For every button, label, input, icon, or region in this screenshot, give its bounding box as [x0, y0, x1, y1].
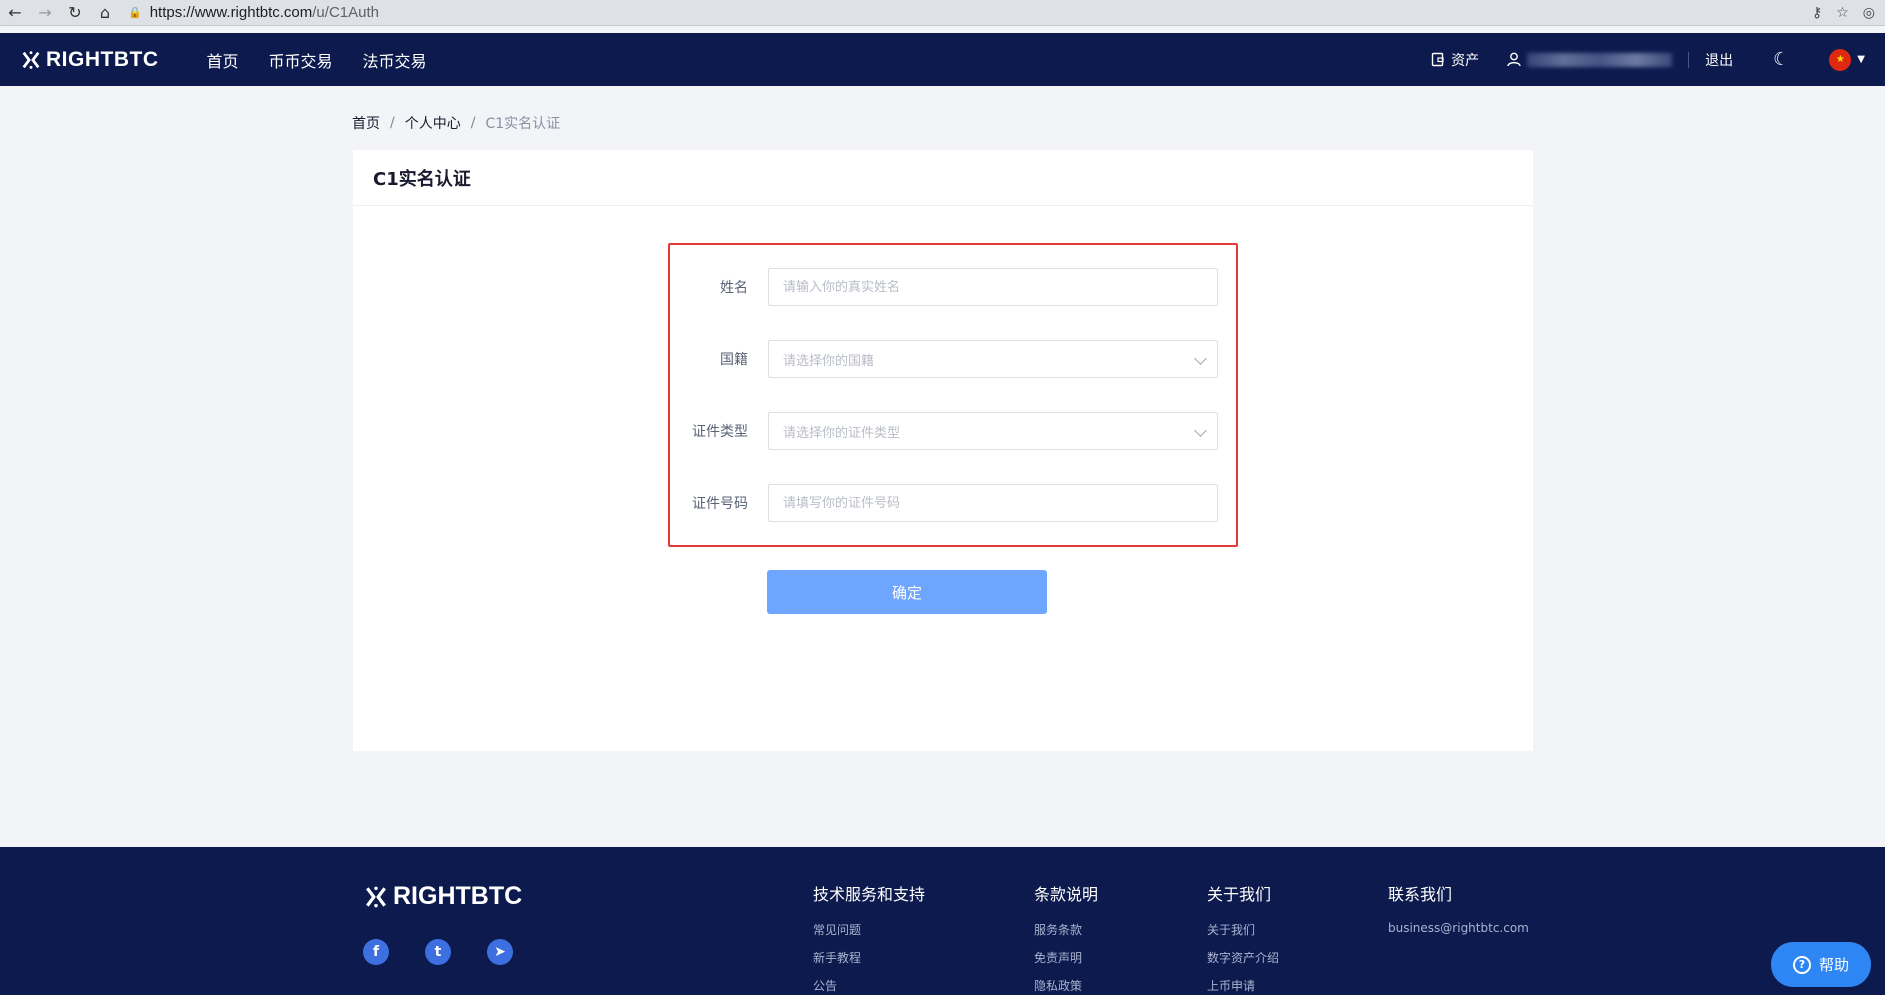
site-header: RIGHTBTC 首页 币币交易 法币交易 资产 退出 ☾ ★ ▼ [0, 33, 1885, 86]
breadcrumb-home[interactable]: 首页 [352, 113, 380, 133]
telegram-icon[interactable]: ➤ [487, 939, 513, 965]
key-icon[interactable]: ⚷ [1812, 5, 1822, 21]
help-label: 帮助 [1818, 956, 1849, 974]
user-menu[interactable] [1507, 52, 1673, 67]
incognito-icon[interactable]: ◎ [1863, 5, 1875, 21]
id-type-label: 证件类型 [692, 424, 748, 440]
facebook-icon[interactable]: f [363, 939, 389, 965]
lock-icon: 🔒 [128, 6, 142, 19]
china-flag-icon[interactable]: ★ [1829, 48, 1852, 71]
footer-col-terms: 条款说明 服务条款 免责声明 隐私政策 [1034, 881, 1098, 995]
form-row-id-type: 证件类型 请选择你的证件类型 [670, 411, 1236, 451]
nav-coin-trading[interactable]: 币币交易 [269, 48, 333, 72]
site-footer: RIGHTBTC f t ➤ 技术服务和支持 常见问题 新手教程 公告 条款说明… [0, 847, 1885, 995]
name-field-wrapper [768, 268, 1218, 306]
divider [1688, 51, 1690, 68]
nav-home[interactable]: 首页 [207, 48, 239, 72]
moon-icon[interactable]: ☾ [1773, 49, 1789, 70]
name-label: 姓名 [720, 280, 748, 296]
footer-col-title: 条款说明 [1034, 885, 1099, 904]
breadcrumb-personal-center[interactable]: 个人中心 [405, 113, 461, 133]
id-type-select[interactable]: 请选择你的证件类型 [768, 412, 1218, 450]
wallet-icon [1431, 52, 1444, 67]
id-number-field-wrapper [768, 484, 1218, 522]
footer-link-listing[interactable]: 上币申请 [1207, 977, 1279, 994]
star-icon[interactable]: ☆ [1836, 5, 1849, 21]
site-logo[interactable]: RIGHTBTC [20, 48, 159, 72]
username-redacted [1527, 52, 1673, 67]
social-links: f t ➤ [363, 939, 513, 965]
footer-link-faq[interactable]: 常见问题 [813, 921, 925, 938]
logout-link[interactable]: 退出 [1705, 50, 1733, 70]
browser-toolbar: ← → ↻ ⌂ 🔒 https://www.rightbtc.com/u/C1A… [0, 0, 1885, 26]
address-bar[interactable]: 🔒 https://www.rightbtc.com/u/C1Auth [128, 2, 379, 24]
forward-icon[interactable]: → [30, 0, 60, 26]
home-icon[interactable]: ⌂ [90, 0, 120, 26]
help-button[interactable]: ? 帮助 [1771, 942, 1871, 987]
footer-link-about[interactable]: 关于我们 [1207, 921, 1279, 938]
nationality-placeholder: 请选择你的国籍 [783, 353, 875, 369]
form-row-name: 姓名 [670, 267, 1236, 307]
twitter-icon[interactable]: t [425, 939, 451, 965]
nav-fiat-trading[interactable]: 法币交易 [363, 48, 427, 72]
footer-link-announcement[interactable]: 公告 [813, 977, 925, 994]
footer-logo[interactable]: RIGHTBTC [363, 882, 522, 911]
footer-col-support: 技术服务和支持 常见问题 新手教程 公告 [813, 881, 925, 995]
logo-mark-icon [366, 886, 386, 907]
footer-link-terms[interactable]: 服务条款 [1034, 921, 1098, 938]
card-header: C1实名认证 [353, 150, 1533, 206]
back-icon[interactable]: ← [0, 0, 30, 26]
footer-col-title: 关于我们 [1207, 885, 1272, 904]
breadcrumb-current: C1实名认证 [485, 116, 561, 132]
breadcrumb-separator: / [470, 115, 476, 131]
question-icon: ? [1792, 955, 1811, 974]
footer-link-disclaimer[interactable]: 免责声明 [1034, 949, 1098, 966]
footer-link-tutorial[interactable]: 新手教程 [813, 949, 925, 966]
nationality-label: 国籍 [720, 352, 748, 368]
assets-link[interactable]: 资产 [1431, 50, 1479, 70]
footer-col-contact: 联系我们 business@rightbtc.com [1388, 881, 1529, 946]
id-type-placeholder: 请选择你的证件类型 [783, 425, 901, 441]
name-input[interactable] [783, 279, 1217, 295]
main-nav: 首页 币币交易 法币交易 [207, 48, 427, 72]
footer-col-about: 关于我们 关于我们 数字资产介绍 上币申请 [1207, 881, 1279, 995]
breadcrumb: 首页 / 个人中心 / C1实名认证 [352, 113, 560, 133]
caret-down-icon[interactable]: ▼ [1857, 54, 1865, 65]
footer-col-title: 技术服务和支持 [813, 885, 926, 904]
footer-link-privacy[interactable]: 隐私政策 [1034, 977, 1098, 994]
id-number-label: 证件号码 [692, 496, 748, 512]
logo-mark-icon [22, 50, 40, 69]
nationality-select[interactable]: 请选择你的国籍 [768, 340, 1218, 378]
id-number-input[interactable] [783, 495, 1217, 511]
footer-col-title: 联系我们 [1388, 885, 1453, 904]
footer-link-email[interactable]: business@rightbtc.com [1388, 921, 1529, 935]
breadcrumb-separator: / [390, 115, 395, 131]
auth-card: C1实名认证 姓名 国籍 请选择你的国籍 证件类型 请选择你的证件类型 证件号码 [353, 150, 1533, 751]
confirm-button[interactable]: 确定 [767, 570, 1047, 614]
url-text: https://www.rightbtc.com/u/C1Auth [149, 4, 379, 21]
reload-icon[interactable]: ↻ [60, 0, 90, 26]
user-icon [1507, 52, 1521, 67]
form-row-nationality: 国籍 请选择你的国籍 [670, 339, 1236, 379]
auth-form-highlight: 姓名 国籍 请选择你的国籍 证件类型 请选择你的证件类型 证件号码 [668, 243, 1238, 547]
footer-link-assets-intro[interactable]: 数字资产介绍 [1207, 949, 1279, 966]
page-title: C1实名认证 [373, 168, 471, 190]
form-row-id-number: 证件号码 [670, 483, 1236, 523]
